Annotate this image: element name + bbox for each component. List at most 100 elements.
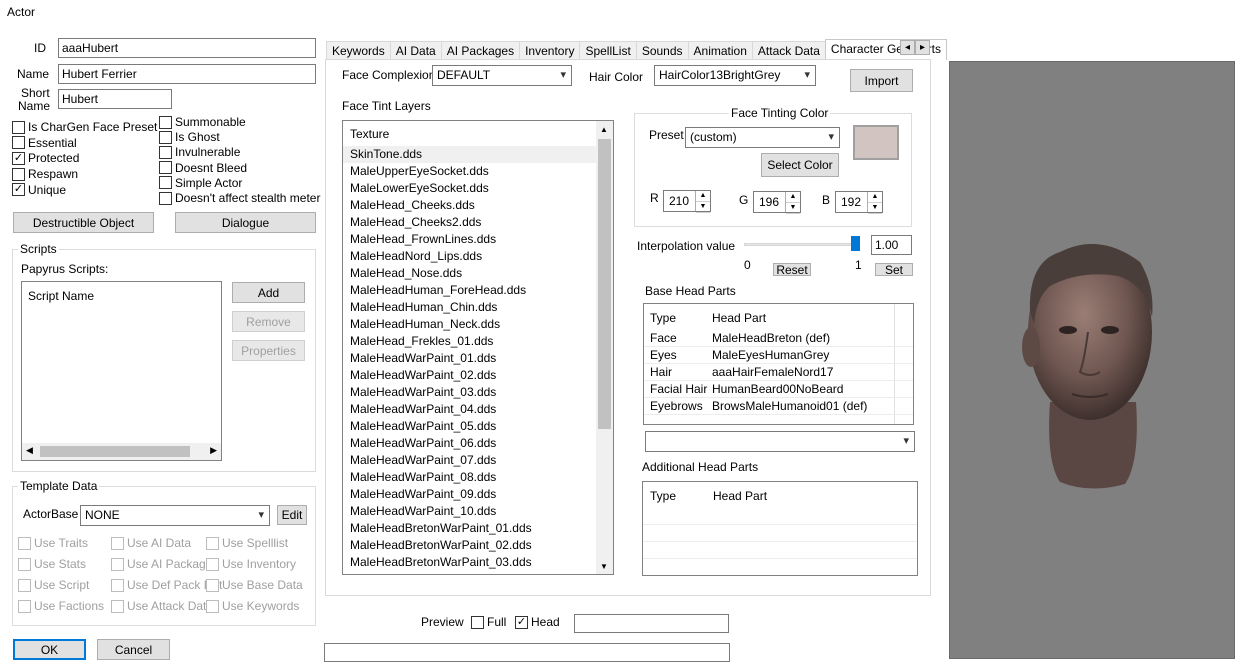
flag-checkbox[interactable]: Is Ghost xyxy=(159,130,220,144)
spin-down-icon[interactable]: ▼ xyxy=(696,202,710,213)
g-spin-arrows[interactable]: ▲ ▼ xyxy=(785,192,800,214)
interpolation-slider[interactable] xyxy=(744,236,860,254)
checkbox-box[interactable] xyxy=(206,557,219,571)
texture-list-item[interactable]: MaleHeadWarPaint_02.dds xyxy=(343,367,596,384)
preview-head-checkbox[interactable]: ✓ Head xyxy=(515,615,560,629)
script-properties-button[interactable]: Properties xyxy=(232,340,305,361)
template-option-checkbox[interactable]: Use AI Packages xyxy=(111,557,218,571)
texture-list-item[interactable]: MaleHeadWarPaint_03.dds xyxy=(343,384,596,401)
slider-thumb[interactable] xyxy=(851,236,860,251)
import-button[interactable]: Import xyxy=(850,69,913,92)
checkbox-box[interactable] xyxy=(206,578,219,592)
texture-list-item[interactable]: MaleHead_FrownLines.dds xyxy=(343,231,596,248)
head-part-select[interactable]: ▾ xyxy=(645,431,915,452)
status-field[interactable] xyxy=(324,643,730,662)
flag-checkbox[interactable]: Summonable xyxy=(159,115,246,129)
checkbox-box[interactable] xyxy=(18,578,31,592)
spin-up-icon[interactable]: ▲ xyxy=(786,192,800,203)
short-name-field[interactable]: Hubert xyxy=(58,89,172,109)
texture-list-item[interactable]: MaleHead_Cheeks.dds xyxy=(343,197,596,214)
template-option-checkbox[interactable]: Use Inventory xyxy=(206,557,296,571)
remove-script-button[interactable]: Remove xyxy=(232,311,305,332)
template-option-checkbox[interactable]: Use Traits xyxy=(18,536,88,550)
tab-ai-packages[interactable]: AI Packages xyxy=(440,41,521,60)
hair-color-select[interactable]: HairColor13BrightGrey ▾ xyxy=(654,65,816,86)
face-tint-layers-list[interactable]: Texture SkinTone.dds MaleUpperEyeSocket.d… xyxy=(342,120,614,575)
checkbox-box[interactable] xyxy=(18,599,31,613)
scroll-down-icon[interactable]: ▼ xyxy=(600,562,608,571)
texture-list-item[interactable]: MaleHeadWarPaint_01.dds xyxy=(343,350,596,367)
spin-up-icon[interactable]: ▲ xyxy=(696,191,710,202)
script-list-hscroll[interactable]: ◀ ▶ xyxy=(22,443,221,460)
template-option-checkbox[interactable]: Use Spelllist xyxy=(206,536,288,550)
scroll-left-icon[interactable]: ◀ xyxy=(26,445,33,456)
template-option-checkbox[interactable]: Use Factions xyxy=(18,599,104,613)
texture-list-item[interactable]: MaleHead_Cheeks2.dds xyxy=(343,214,596,231)
head-part-row[interactable]: Face MaleHeadBreton (def) xyxy=(644,330,913,347)
cancel-button[interactable]: Cancel xyxy=(97,639,170,660)
scroll-up-icon[interactable]: ▲ xyxy=(600,125,608,134)
preview-extra-field[interactable] xyxy=(574,614,729,633)
tab-inventory[interactable]: Inventory xyxy=(519,41,581,60)
b-spin-arrows[interactable]: ▲ ▼ xyxy=(867,192,882,214)
preview-full-checkbox[interactable]: Full xyxy=(471,615,506,629)
checkbox-box[interactable]: ✓ xyxy=(515,615,528,629)
template-option-checkbox[interactable]: Use AI Data xyxy=(111,536,191,550)
checkbox-box[interactable] xyxy=(159,191,172,205)
texture-list-item[interactable]: MaleHeadWarPaint_09.dds xyxy=(343,486,596,503)
checkbox-box[interactable] xyxy=(206,536,219,550)
checkbox-box[interactable] xyxy=(159,176,172,190)
hscroll-thumb[interactable] xyxy=(40,446,190,457)
destructible-object-button[interactable]: Destructible Object xyxy=(13,212,154,233)
tab-spelllist[interactable]: SpellList xyxy=(579,41,637,60)
b-spinner[interactable]: 192 ▲ ▼ xyxy=(835,191,883,214)
template-option-checkbox[interactable]: Use Stats xyxy=(18,557,86,571)
texture-list-item[interactable]: MaleHeadHuman_Chin.dds xyxy=(343,299,596,316)
template-option-checkbox[interactable]: Use Base Data xyxy=(206,578,303,592)
texture-list-item[interactable]: MaleHeadWarPaint_07.dds xyxy=(343,452,596,469)
reset-button[interactable]: Reset xyxy=(773,263,811,277)
checkbox-box[interactable]: ✓ xyxy=(12,183,25,197)
texture-list-item[interactable]: MaleHeadNord_Lips.dds xyxy=(343,248,596,265)
tab-scroll-left[interactable]: ◂ xyxy=(900,40,915,55)
dialogue-button[interactable]: Dialogue xyxy=(175,212,316,233)
checkbox-box[interactable] xyxy=(159,115,172,129)
checkbox-box[interactable] xyxy=(159,130,172,144)
texture-list-item[interactable]: MaleHeadHuman_Neck.dds xyxy=(343,316,596,333)
head-part-row[interactable]: Facial Hair HumanBeard00NoBeard xyxy=(644,381,913,398)
texture-list-item[interactable]: MaleHead_Nose.dds xyxy=(343,265,596,282)
r-spin-arrows[interactable]: ▲ ▼ xyxy=(695,191,710,213)
tab-attack-data[interactable]: Attack Data xyxy=(751,41,826,60)
checkbox-box[interactable] xyxy=(111,599,124,613)
id-field[interactable]: aaaHubert xyxy=(58,38,316,58)
spin-down-icon[interactable]: ▼ xyxy=(868,203,882,214)
vscroll-thumb[interactable] xyxy=(598,139,611,429)
tab-animation[interactable]: Animation xyxy=(687,41,753,60)
texture-list-item[interactable]: MaleHeadWarPaint_08.dds xyxy=(343,469,596,486)
tab-keywords[interactable]: Keywords xyxy=(326,41,391,60)
texture-list-item[interactable]: MaleHead_Frekles_01.dds xyxy=(343,333,596,350)
face-complexion-select[interactable]: DEFAULT ▾ xyxy=(432,65,572,86)
tab-sounds[interactable]: Sounds xyxy=(635,41,689,60)
spin-down-icon[interactable]: ▼ xyxy=(786,203,800,214)
template-option-checkbox[interactable]: Use Script xyxy=(18,578,89,592)
preset-select[interactable]: (custom) ▾ xyxy=(685,127,840,148)
tint-color-swatch[interactable] xyxy=(853,125,899,160)
scroll-right-icon[interactable]: ▶ xyxy=(210,445,217,456)
template-option-checkbox[interactable]: Use Attack Data xyxy=(111,599,213,613)
template-option-checkbox[interactable]: Use Keywords xyxy=(206,599,299,613)
flag-checkbox[interactable]: Invulnerable xyxy=(159,145,240,159)
interpolation-value-field[interactable]: 1.00 xyxy=(871,235,912,255)
texture-vscroll[interactable]: ▲ ▼ xyxy=(596,121,613,574)
texture-list-item[interactable]: MaleHeadWarPaint_04.dds xyxy=(343,401,596,418)
flag-checkbox[interactable]: ✓ Unique xyxy=(12,183,66,197)
checkbox-box[interactable] xyxy=(111,578,124,592)
checkbox-box[interactable] xyxy=(111,536,124,550)
texture-list-item[interactable]: MaleUpperEyeSocket.dds xyxy=(343,163,596,180)
checkbox-box[interactable] xyxy=(18,557,31,571)
checkbox-box[interactable] xyxy=(206,599,219,613)
checkbox-box[interactable] xyxy=(159,161,172,175)
head-part-row[interactable]: Hair aaaHairFemaleNord17 xyxy=(644,364,913,381)
flag-checkbox[interactable]: Is CharGen Face Preset xyxy=(12,120,157,134)
checkbox-box[interactable] xyxy=(471,615,484,629)
